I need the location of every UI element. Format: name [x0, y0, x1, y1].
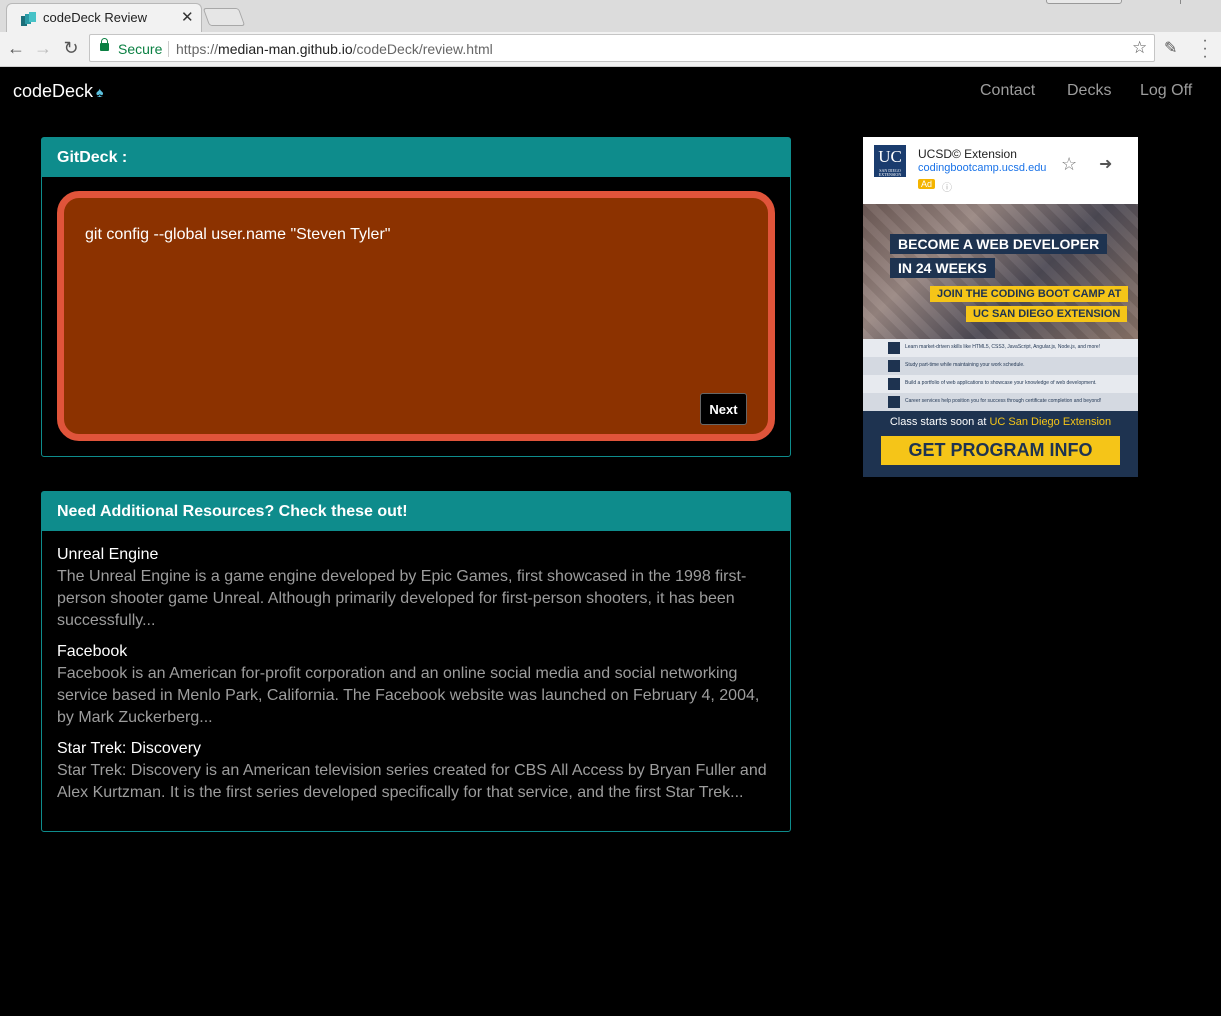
bookmark-star-icon[interactable]: ☆	[1132, 38, 1147, 58]
ad-badge: Ad	[918, 179, 936, 189]
ad-bullet: Study part-time while maintaining your w…	[863, 357, 1138, 375]
ad-advertiser[interactable]: UCSD© Extension	[918, 147, 1017, 161]
flashcard[interactable]: git config --global user.name "Steven Ty…	[57, 191, 775, 441]
checkbox-icon	[888, 378, 900, 390]
window-control-divider	[1180, 0, 1181, 4]
ad-subhead-1: JOIN THE CODING BOOT CAMP AT	[930, 286, 1129, 302]
browser-menu-icon[interactable]: · · ·	[1198, 33, 1212, 65]
checkbox-icon	[888, 342, 900, 354]
address-divider	[168, 41, 169, 57]
lock-icon	[100, 38, 109, 51]
ad-bullet: Learn market-driven skills like HTML5, C…	[863, 339, 1138, 357]
nav-logoff-link[interactable]: Log Off	[1140, 82, 1192, 100]
ad-bullet-text: Career services help position you for su…	[905, 398, 1102, 404]
resources-panel-heading: Need Additional Resources? Check these o…	[42, 492, 790, 531]
ad-bullet-list: Learn market-driven skills like HTML5, C…	[863, 339, 1138, 411]
resources-list: Unreal Engine The Unreal Engine is a gam…	[42, 531, 790, 826]
ad-bullet-text: Study part-time while maintaining your w…	[905, 362, 1025, 368]
ad-bullet-text: Learn market-driven skills like HTML5, C…	[905, 344, 1101, 350]
resource-title[interactable]: Unreal Engine	[57, 544, 775, 566]
resource-title[interactable]: Star Trek: Discovery	[57, 738, 775, 760]
ad-footer: Class starts soon at UC San Diego Extens…	[863, 411, 1138, 477]
ad-class-text: Class starts soon at UC San Diego Extens…	[863, 416, 1138, 428]
resource-item: Facebook Facebook is an American for-pro…	[57, 641, 775, 729]
resources-panel: Need Additional Resources? Check these o…	[41, 491, 791, 832]
ad-domain-link[interactable]: codingbootcamp.ucsd.edu	[918, 162, 1046, 174]
nav-contact-link[interactable]: Contact	[980, 82, 1035, 100]
browser-tab[interactable]: codeDeck Review ✕	[6, 3, 202, 32]
url-text: https://median-man.github.io/codeDeck/re…	[176, 41, 493, 57]
ad-star-icon[interactable]: ☆	[1061, 154, 1077, 175]
resource-description: The Unreal Engine is a game engine devel…	[57, 568, 747, 629]
ucsd-logo: UC SAN DIEGO EXTENSION	[874, 145, 906, 177]
ad-bullet: Career services help position you for su…	[863, 393, 1138, 411]
ad-bullet-text: Build a portfolio of web applications to…	[905, 380, 1097, 386]
eyedropper-extension-icon[interactable]: ✎	[1164, 38, 1177, 58]
url-scheme: https://	[176, 41, 219, 57]
nav-decks-link[interactable]: Decks	[1067, 82, 1111, 100]
ad-class-prefix: Class starts soon at	[889, 416, 990, 428]
resource-description: Star Trek: Discovery is an American tele…	[57, 762, 767, 801]
deck-panel-heading: GitDeck :	[42, 138, 790, 177]
ad-class-highlight: UC San Diego Extension	[989, 416, 1112, 428]
resource-item: Unreal Engine The Unreal Engine is a gam…	[57, 544, 775, 632]
profile-button[interactable]	[1046, 0, 1122, 4]
close-tab-icon[interactable]: ✕	[181, 8, 194, 26]
reload-icon[interactable]: ↻	[59, 36, 83, 60]
secure-label: Secure	[118, 41, 163, 57]
codedeck-favicon-icon	[21, 12, 36, 26]
browser-toolbar: ← → ↻ Secure https://median-man.github.i…	[0, 32, 1221, 67]
ucsd-logo-subtext: SAN DIEGO EXTENSION	[878, 168, 902, 177]
next-card-button[interactable]: Next	[700, 393, 747, 425]
get-program-info-button[interactable]: GET PROGRAM INFO	[881, 436, 1120, 465]
ad-arrow-icon[interactable]: ➜	[1099, 154, 1112, 174]
browser-tabstrip: codeDeck Review ✕	[0, 0, 1221, 32]
sidebar-ad[interactable]: UC SAN DIEGO EXTENSION UCSD© Extension c…	[863, 137, 1138, 477]
ad-bullet: Build a portfolio of web applications to…	[863, 375, 1138, 393]
new-tab-button[interactable]	[202, 8, 246, 26]
resource-item: Star Trek: Discovery Star Trek: Discover…	[57, 738, 775, 804]
brand-link[interactable]: codeDeck ♠	[13, 81, 103, 102]
resource-description: Facebook is an American for-profit corpo…	[57, 665, 760, 726]
ad-info-icon[interactable]: ⓘ	[942, 179, 952, 194]
ad-headline-2: IN 24 WEEKS	[890, 258, 995, 278]
deck-panel: GitDeck : git config --global user.name …	[41, 137, 791, 457]
resource-title[interactable]: Facebook	[57, 641, 775, 663]
ucsd-logo-text: UC	[878, 147, 902, 166]
address-bar[interactable]: Secure https://median-man.github.io/code…	[89, 34, 1155, 62]
checkbox-icon	[888, 396, 900, 408]
brand-name: codeDeck	[13, 81, 94, 101]
url-path: /codeDeck/review.html	[352, 41, 493, 57]
ad-headline-1: BECOME A WEB DEVELOPER	[890, 234, 1108, 254]
ad-subhead-2: UC SAN DIEGO EXTENSION	[966, 306, 1128, 322]
forward-icon[interactable]: →	[31, 36, 55, 60]
checkbox-icon	[888, 360, 900, 372]
tab-title: codeDeck Review	[43, 10, 148, 25]
spade-icon: ♠	[96, 84, 104, 100]
url-domain: median-man.github.io	[218, 41, 353, 57]
flashcard-text: git config --global user.name "Steven Ty…	[85, 226, 391, 243]
back-icon[interactable]: ←	[4, 36, 28, 60]
